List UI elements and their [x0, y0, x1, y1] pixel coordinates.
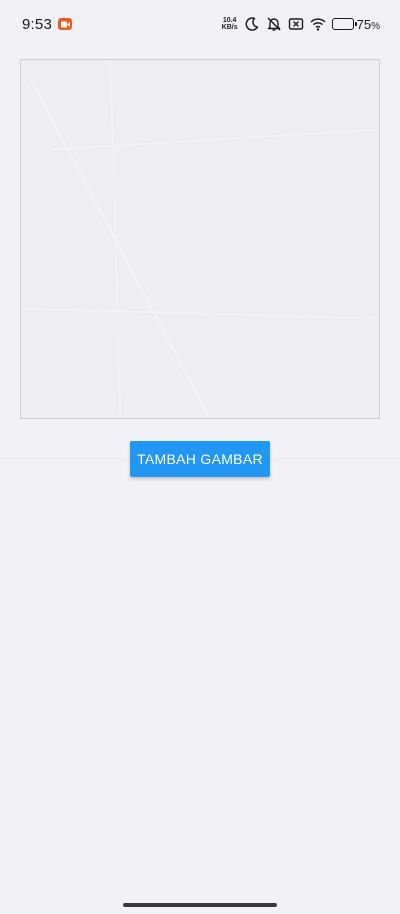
screen-record-icon [58, 18, 72, 30]
status-time: 9:53 [22, 15, 52, 33]
network-speed-value: 10.4 [222, 17, 237, 24]
network-speed-unit: KB/s [221, 24, 238, 31]
vibrate-off-icon [266, 16, 282, 32]
battery-percentage: 75% [357, 17, 380, 32]
home-indicator[interactable] [123, 903, 277, 907]
screen: 9:53 10.4 KB/s 75% TAMBAH GAMBAR [0, 0, 400, 914]
battery-indicator: 75% [331, 17, 380, 32]
battery-number: 75 [356, 16, 372, 32]
status-right: 10.4 KB/s 75% [222, 16, 380, 32]
network-speed: 10.4 KB/s [222, 17, 238, 31]
image-placeholder [21, 60, 379, 418]
battery-unit: % [371, 20, 380, 32]
status-bar: 9:53 10.4 KB/s 75% [0, 0, 400, 48]
add-image-button[interactable]: TAMBAH GAMBAR [130, 441, 270, 477]
no-sim-icon [288, 16, 304, 32]
battery-icon [331, 18, 357, 30]
moon-icon [244, 16, 260, 32]
status-left: 9:53 [22, 16, 72, 33]
wifi-icon [310, 16, 326, 32]
image-preview [20, 59, 380, 419]
